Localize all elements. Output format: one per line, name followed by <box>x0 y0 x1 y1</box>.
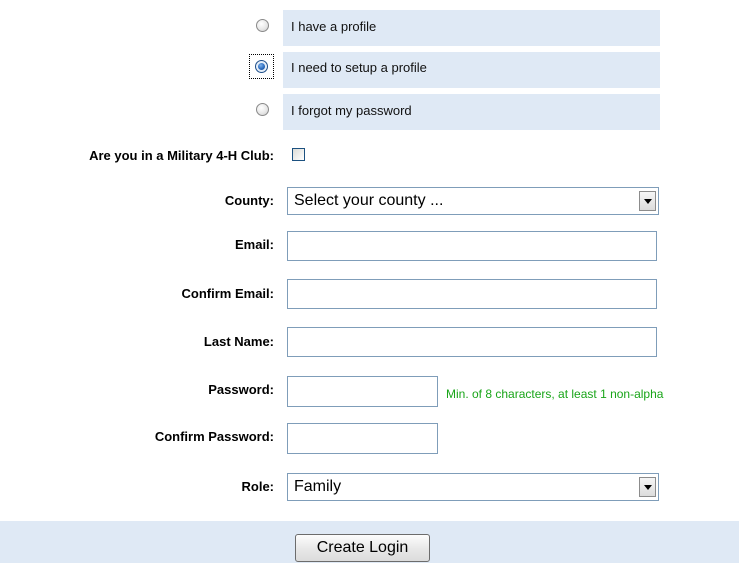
confirm-password-label: Confirm Password: <box>154 429 274 444</box>
military-club-label: Are you in a Military 4-H Club: <box>89 148 274 163</box>
radio-setup-profile[interactable] <box>255 60 268 73</box>
radio-have-profile[interactable] <box>256 19 269 32</box>
chevron-down-icon[interactable] <box>639 191 656 211</box>
role-label: Role: <box>241 479 275 494</box>
confirm-password-field[interactable] <box>287 423 438 454</box>
military-club-checkbox[interactable] <box>292 148 305 161</box>
role-select[interactable]: Family <box>287 473 659 501</box>
county-label: County: <box>224 193 274 208</box>
email-field[interactable] <box>287 231 657 261</box>
county-select-value: Select your county ... <box>294 192 444 209</box>
email-label: Email: <box>234 237 274 252</box>
chevron-down-icon[interactable] <box>639 477 656 497</box>
last-name-label: Last Name: <box>203 334 274 349</box>
password-hint: Min. of 8 characters, at least 1 non-alp… <box>446 387 664 401</box>
password-label: Password: <box>208 382 274 397</box>
create-login-button[interactable]: Create Login <box>295 534 430 562</box>
radio-forgot-password-label: I forgot my password <box>291 103 412 118</box>
radio-have-profile-label: I have a profile <box>291 19 377 34</box>
radio-forgot-password[interactable] <box>256 103 269 116</box>
last-name-field[interactable] <box>287 327 657 357</box>
confirm-email-label: Confirm Email: <box>181 286 274 301</box>
confirm-email-field[interactable] <box>287 279 657 309</box>
password-field[interactable] <box>287 376 438 407</box>
county-select[interactable]: Select your county ... <box>287 187 659 215</box>
role-select-value: Family <box>294 478 342 495</box>
radio-setup-profile-label: I need to setup a profile <box>291 60 427 75</box>
